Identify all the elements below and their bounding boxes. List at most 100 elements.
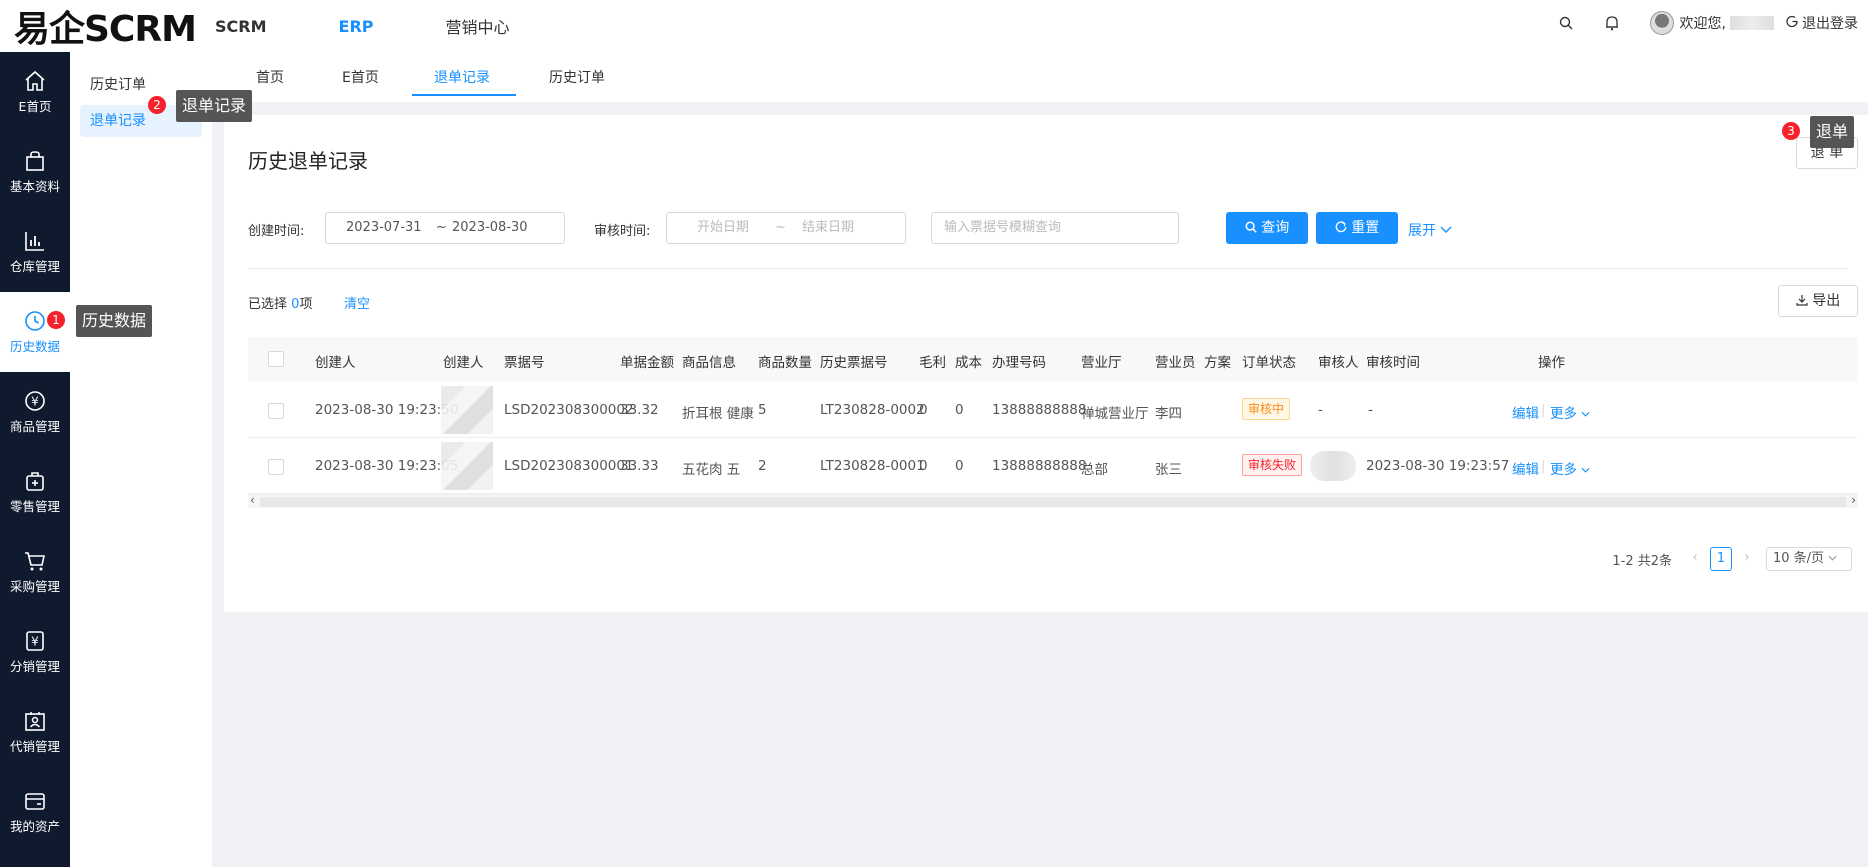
edit-link[interactable]: 编辑 (1512, 402, 1539, 422)
range-separator: ~ (436, 220, 447, 235)
audit-time-label: 审核时间: (594, 224, 651, 239)
cell-qty: 2 (758, 458, 767, 474)
annotation-tooltip: 退单记录 (176, 90, 253, 122)
annotation-badge: 1 (47, 311, 65, 329)
next-page-icon[interactable]: › (1736, 547, 1758, 571)
sidebar-item-basic-data[interactable]: 基本资料 (0, 132, 70, 212)
scrollbar-thumb[interactable] (260, 497, 1846, 507)
search-icon (1245, 221, 1257, 233)
col-plan: 方案 (1204, 355, 1231, 371)
row-checkbox[interactable] (268, 403, 284, 419)
sidebar-item-history[interactable]: 历史数据 (0, 292, 70, 372)
cell-profit: 0 (919, 458, 928, 474)
svg-text:¥: ¥ (31, 395, 39, 409)
cell-ticket: LSD202308300001 (504, 458, 634, 474)
bell-icon[interactable] (1604, 15, 1620, 31)
more-label: 更多 (1550, 462, 1577, 478)
page-tabs: 首页 E首页 退单记录 历史订单 (212, 52, 1868, 102)
main-card: 历史退单记录 退 单 创建时间: 2023-07-31 ~ 2023-08-30… (224, 115, 1868, 612)
avatar[interactable] (1649, 11, 1674, 35)
annotation-tooltip: 退单 (1810, 116, 1855, 148)
sidebar-item-retail[interactable]: 零售管理 (0, 452, 70, 532)
audit-end-placeholder: 结束日期 (802, 220, 855, 235)
username-blurred (1730, 16, 1774, 30)
top-nav-scrm[interactable]: SCRM (215, 17, 267, 36)
horizontal-scrollbar[interactable]: ‹ › (248, 493, 1858, 508)
top-nav-erp[interactable]: ERP (339, 17, 374, 36)
selection-prefix: 已选择 (248, 297, 288, 312)
sidebar-item-assets[interactable]: 我的资产 (0, 772, 70, 852)
created-time-label: 创建时间: (248, 224, 305, 239)
store-icon (26, 472, 44, 491)
bag-icon (26, 151, 44, 171)
more-link[interactable]: 更多 (1550, 458, 1590, 478)
query-button[interactable]: 查询 (1226, 212, 1308, 244)
sidebar-item-consignment[interactable]: 代销管理 (0, 692, 70, 772)
sidebar-item-label: 历史数据 (9, 339, 60, 354)
page-size-select[interactable]: 10 条/页 (1766, 547, 1852, 571)
export-button[interactable]: 导出 (1778, 285, 1858, 317)
prev-page-icon[interactable]: ‹ (1684, 547, 1706, 571)
status-badge: 审核中 (1242, 398, 1291, 420)
scroll-right-icon[interactable]: › (1851, 493, 1856, 507)
cell-goods: 五花肉 五 (682, 462, 741, 478)
tab-refund-records[interactable]: 退单记录 (434, 67, 490, 87)
current-page[interactable]: 1 (1710, 547, 1732, 571)
sidebar-item-e-home[interactable]: E首页 (0, 52, 70, 132)
chevron-down-icon (1828, 555, 1837, 561)
sidebar-item-goods[interactable]: ¥ 商品管理 (0, 372, 70, 452)
sidebar-item-label: 分销管理 (9, 659, 60, 674)
sidebar-item-purchase[interactable]: 采购管理 (0, 532, 70, 612)
cell-phone: 13888888888 (992, 402, 1087, 418)
edit-link[interactable]: 编辑 (1512, 458, 1539, 478)
cell-phone: 13888888888 (992, 458, 1087, 474)
status-badge: 审核失败 (1242, 454, 1303, 476)
expand-link[interactable]: 展开 (1408, 220, 1452, 240)
col-cost: 成本 (955, 355, 982, 371)
subnav-history-orders[interactable]: 历史订单 (90, 74, 146, 94)
sidebar-item-label: 商品管理 (9, 419, 60, 434)
selection-suffix: 项 (299, 297, 313, 312)
col-profit: 毛利 (919, 355, 946, 371)
tab-home[interactable]: 首页 (256, 67, 284, 87)
app-logo: 易企SCRM (14, 9, 197, 50)
created-date-range[interactable]: 2023-07-31 ~ 2023-08-30 (325, 212, 565, 244)
row-checkbox[interactable] (268, 459, 284, 475)
filter-bar: 创建时间: 2023-07-31 ~ 2023-08-30 审核时间: 开始日期… (248, 212, 1848, 244)
scroll-left-icon[interactable]: ‹ (250, 493, 255, 507)
reset-button[interactable]: 重置 (1316, 212, 1398, 244)
col-clerk: 营业员 (1155, 355, 1196, 371)
col-ticket: 票据号 (504, 355, 545, 371)
sub-sidebar: 历史订单 退单记录 (70, 52, 212, 867)
clock-icon (25, 311, 45, 331)
col-actions: 操作 (1538, 355, 1565, 371)
header-actions: 欢迎您, 退出登录 (1558, 0, 1858, 46)
search-icon[interactable] (1558, 15, 1574, 31)
sidebar-item-label: 基本资料 (9, 179, 60, 194)
page-title: 历史退单记录 (248, 149, 368, 173)
tab-e-home[interactable]: E首页 (342, 67, 379, 87)
more-link[interactable]: 更多 (1550, 402, 1590, 422)
select-all-checkbox[interactable] (268, 351, 284, 367)
cell-history-ticket: LT230828-0001 (820, 458, 925, 474)
tab-history-orders[interactable]: 历史订单 (549, 67, 605, 87)
cell-clerk: 张三 (1155, 462, 1182, 478)
refresh-icon (1335, 221, 1347, 233)
cell-qty: 5 (758, 402, 767, 418)
sidebar-item-warehouse[interactable]: 仓库管理 (0, 212, 70, 292)
logout-icon[interactable] (1786, 15, 1799, 32)
cart-icon (25, 552, 45, 571)
logout-link[interactable]: 退出登录 (1802, 13, 1858, 33)
col-hall: 营业厅 (1081, 355, 1122, 371)
sidebar-item-distribution[interactable]: ¥ 分销管理 (0, 612, 70, 692)
top-nav-marketing[interactable]: 营销中心 (446, 14, 510, 38)
table-row: 2023-08-30 19:23:05 LSD202308300001 33.3… (248, 438, 1858, 494)
cell-history-ticket: LT230828-0002 (820, 402, 925, 418)
ticket-search-input[interactable]: 输入票据号模糊查询 (931, 212, 1179, 244)
sidebar-item-label: 我的资产 (9, 819, 60, 834)
chevron-down-icon (1440, 226, 1452, 233)
col-goods-qty: 商品数量 (758, 355, 812, 371)
pagination: 1-2 共2条 ‹ 1 › 10 条/页 (1612, 547, 1852, 571)
clear-selection-link[interactable]: 清空 (344, 293, 370, 312)
audit-date-range[interactable]: 开始日期 ~ 结束日期 (666, 212, 906, 244)
